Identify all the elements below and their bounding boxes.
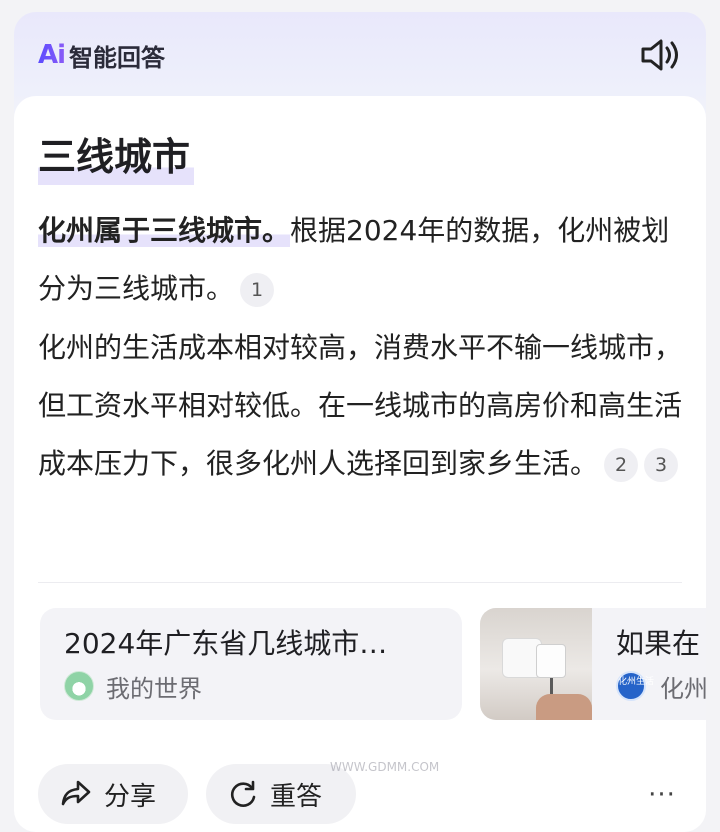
answer-content: 三线城市 化州属于三线城市。根据2024年的数据，化州被划分为三线城市。 1 化州… — [14, 96, 706, 832]
regenerate-label: 重答 — [270, 781, 323, 812]
speaker-icon[interactable] — [640, 38, 680, 72]
divider — [38, 582, 682, 583]
site-avatar-icon: 化州生活 — [616, 671, 654, 701]
ai-answer-card: Ai 智能回答 三线城市 化州属于三线城市。根据2024年的数据，化州被划分为三… — [14, 12, 706, 832]
ai-logo: Ai 智能回答 — [38, 40, 166, 72]
answer-header: Ai 智能回答 — [14, 12, 706, 98]
share-icon — [61, 780, 91, 806]
answer-highlight: 化州属于三线城市。 — [38, 214, 291, 247]
answer-paragraph-2-text: 化州的生活成本相对较高，消费水平不输一线城市，但工资水平相对较低。在一线城市的高… — [38, 331, 683, 480]
site-avatar-icon — [64, 671, 94, 701]
plug-image — [536, 644, 566, 678]
source-site: 我的世界 — [106, 674, 202, 703]
ai-logo-mark: Ai — [38, 40, 66, 70]
hand-image — [536, 694, 592, 720]
answer-paragraph-2: 化州的生活成本相对较高，消费水平不输一线城市，但工资水平相对较低。在一线城市的高… — [38, 319, 688, 493]
source-thumbnail — [480, 608, 592, 720]
source-card[interactable]: 2024年广东省几线城市… 我的世界 — [40, 608, 462, 720]
more-options-icon[interactable]: ··· — [642, 780, 682, 810]
answer-paragraph-1: 化州属于三线城市。根据2024年的数据，化州被划分为三线城市。 1 — [38, 202, 688, 318]
source-title: 2024年广东省几线城市… — [64, 627, 388, 660]
answer-title: 智能回答 — [69, 43, 166, 72]
source-title: 如果在 — [616, 627, 701, 660]
citation-badge[interactable]: 2 — [604, 448, 639, 482]
share-button[interactable]: 分享 — [38, 764, 188, 824]
share-label: 分享 — [104, 781, 157, 812]
source-site: 化州 — [660, 674, 706, 703]
citation-badge[interactable]: 3 — [644, 448, 679, 482]
watermark: WWW.GDMM.COM — [330, 760, 440, 774]
source-meta: 我的世界 — [64, 670, 202, 703]
answer-heading: 三线城市 — [38, 126, 195, 185]
source-meta: 化州生活 化州 — [616, 670, 706, 703]
refresh-icon — [230, 780, 256, 807]
source-card[interactable]: 如果在 化州生活 化州 — [480, 608, 706, 720]
citation-badge[interactable]: 1 — [240, 273, 275, 307]
